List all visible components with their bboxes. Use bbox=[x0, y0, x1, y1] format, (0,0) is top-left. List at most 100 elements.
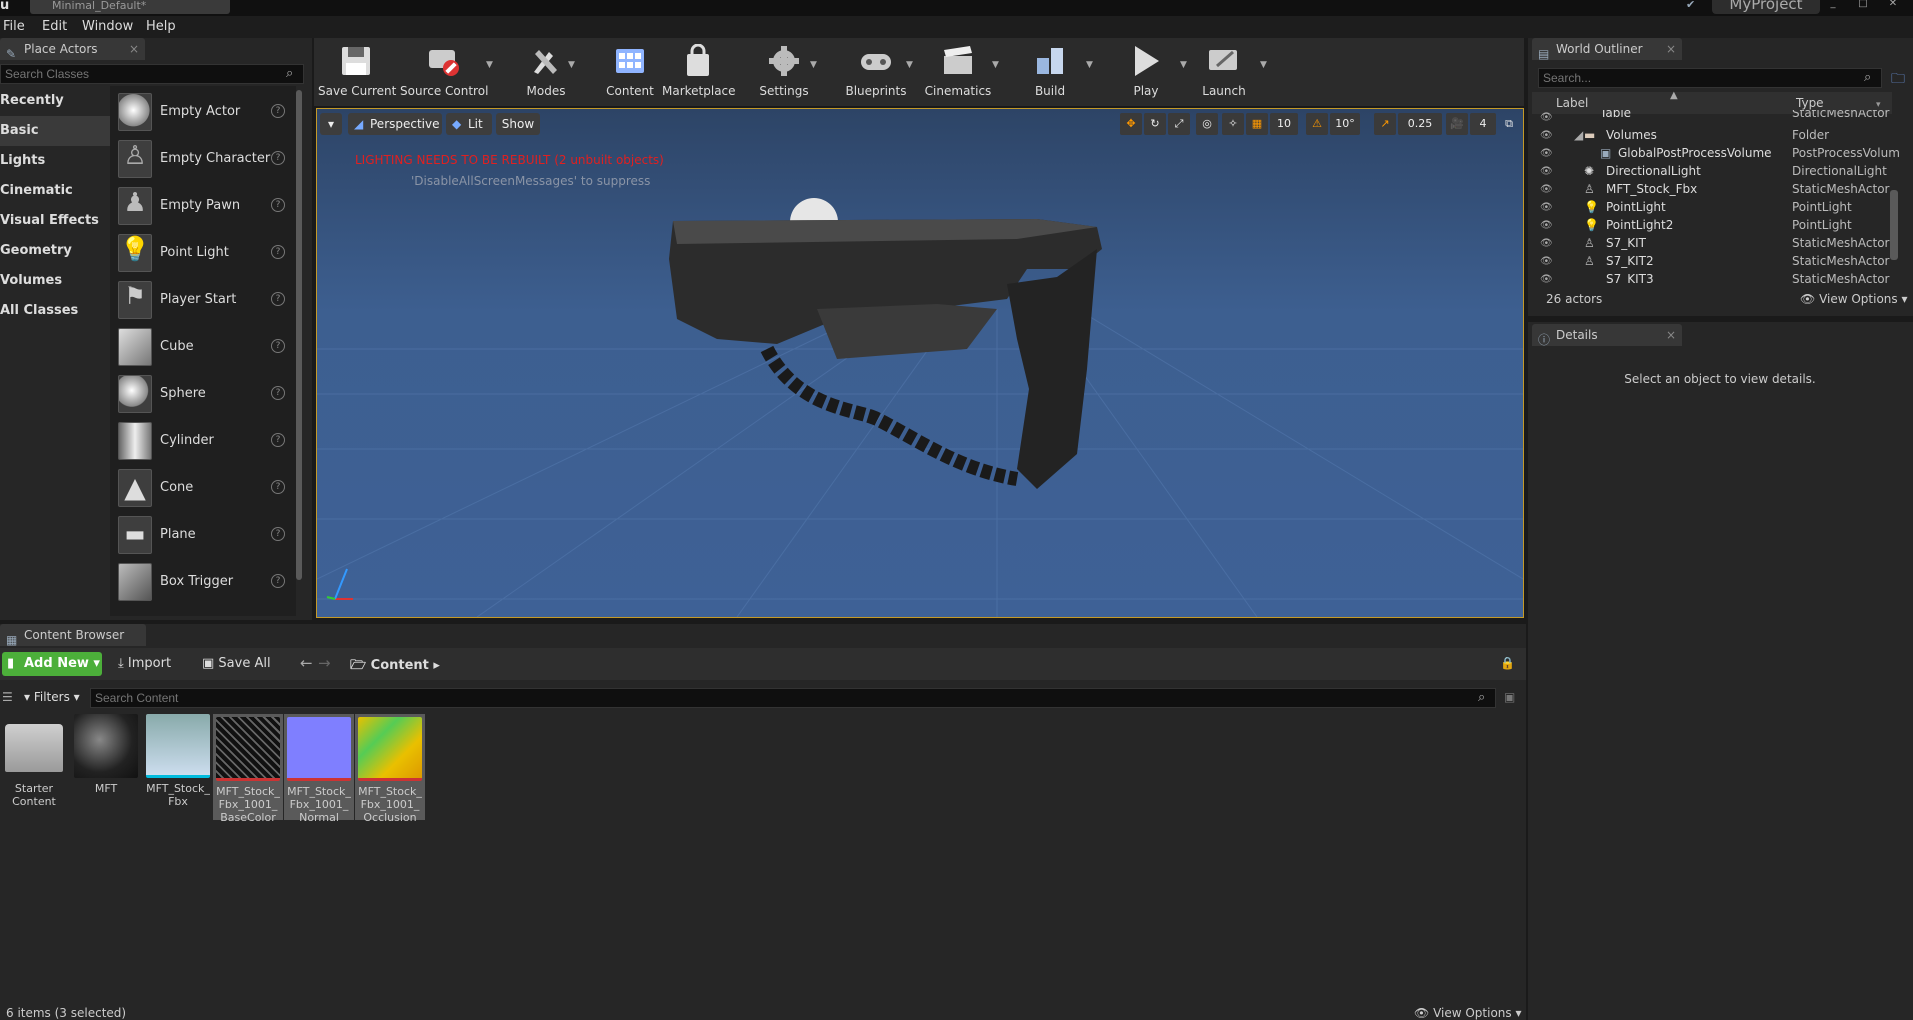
asset-normal[interactable]: MFT_Stock_ Fbx_1001_ Normal bbox=[284, 714, 354, 824]
content-view-options[interactable]: 👁 View Options ▾ bbox=[1414, 1006, 1522, 1020]
actor-item-cube[interactable]: Cube? bbox=[114, 324, 294, 371]
help-icon[interactable]: ? bbox=[271, 198, 285, 212]
outliner-view-options[interactable]: 👁 View Options ▾ bbox=[1800, 292, 1908, 306]
back-arrow-icon[interactable]: ← bbox=[300, 654, 313, 672]
column-menu-icon[interactable]: ▾ bbox=[1876, 100, 1881, 110]
actor-item-cone[interactable]: ▲ Cone? bbox=[114, 465, 294, 512]
eye-icon[interactable]: 👁 bbox=[1540, 202, 1554, 213]
column-type[interactable]: Type bbox=[1796, 96, 1824, 110]
help-icon[interactable]: ? bbox=[271, 151, 285, 165]
menu-help[interactable]: Help bbox=[146, 19, 176, 34]
help-icon[interactable]: ? bbox=[271, 480, 285, 494]
eye-icon[interactable]: 👁 bbox=[1540, 112, 1554, 122]
help-icon[interactable]: ? bbox=[271, 527, 285, 541]
eye-icon[interactable]: 👁 bbox=[1540, 274, 1554, 284]
actor-item-box-trigger[interactable]: Box Trigger? bbox=[114, 559, 294, 606]
outliner-row-pointlight2[interactable]: 👁 💡 PointLight2 PointLight bbox=[1540, 218, 1900, 236]
modes-dropdown-icon[interactable]: ▼ bbox=[568, 60, 575, 70]
asset-starter-content[interactable]: Starter Content bbox=[2, 714, 66, 808]
play-dropdown-icon[interactable]: ▼ bbox=[1180, 60, 1187, 70]
outliner-row-volumes[interactable]: 👁 ◢ ▬ Volumes Folder bbox=[1540, 128, 1900, 146]
save-current-button[interactable]: Save Current bbox=[318, 42, 396, 100]
save-search-icon[interactable]: ▣ bbox=[1504, 690, 1515, 704]
lock-icon[interactable]: 🔒 bbox=[1500, 656, 1515, 670]
play-button[interactable]: Play bbox=[1114, 42, 1178, 100]
filters-button[interactable]: ▾ Filters ▾ bbox=[24, 690, 80, 704]
camera-speed-icon[interactable]: 🎥 bbox=[1446, 113, 1468, 135]
collapse-arrow-icon[interactable]: ◢ bbox=[1574, 128, 1583, 142]
source-control-dropdown-icon[interactable]: ▼ bbox=[486, 60, 493, 70]
help-icon[interactable]: ? bbox=[271, 292, 285, 306]
outliner-row-globalpostprocessvolume[interactable]: 👁 ▣ GlobalPostProcessVolume PostProcessVolu… bbox=[1540, 146, 1900, 164]
category-volumes[interactable]: Volumes bbox=[0, 266, 110, 296]
actor-item-empty-pawn[interactable]: ♟ Empty Pawn? bbox=[114, 183, 294, 230]
help-icon[interactable]: ? bbox=[271, 386, 285, 400]
settings-dropdown-icon[interactable]: ▼ bbox=[810, 60, 817, 70]
rotation-snap-value[interactable]: 10° bbox=[1330, 113, 1360, 135]
category-geometry[interactable]: Geometry bbox=[0, 236, 110, 266]
actor-item-sphere[interactable]: Sphere? bbox=[114, 371, 294, 418]
category-lights[interactable]: Lights bbox=[0, 146, 110, 176]
grid-snap-icon[interactable]: ▦ bbox=[1246, 113, 1268, 135]
settings-button[interactable]: Settings bbox=[752, 42, 816, 100]
eye-icon[interactable]: 👁 bbox=[1540, 166, 1554, 177]
world-space-icon[interactable]: ◎ bbox=[1196, 113, 1218, 135]
document-tab[interactable]: Minimal_Default* bbox=[30, 0, 230, 14]
close-icon[interactable]: ✕ bbox=[1882, 0, 1904, 10]
actor-item-empty-character[interactable]: ♙ Empty Character? bbox=[114, 136, 294, 183]
actor-item-empty-actor[interactable]: Empty Actor? bbox=[114, 89, 294, 136]
menu-file[interactable]: File bbox=[3, 19, 25, 34]
help-icon[interactable]: ? bbox=[271, 245, 285, 259]
source-control-status-icon[interactable]: ✔ bbox=[1686, 0, 1702, 12]
blueprints-button[interactable]: Blueprints bbox=[840, 42, 912, 100]
translate-tool-icon[interactable]: ✥ bbox=[1120, 113, 1142, 135]
actor-item-plane[interactable]: ▬ Plane? bbox=[114, 512, 294, 559]
add-new-button[interactable]: ▮ Add New ▾ bbox=[2, 652, 102, 676]
grid-snap-value[interactable]: 10 bbox=[1270, 113, 1298, 135]
category-recently-placed[interactable]: Recently Placed bbox=[0, 86, 110, 138]
cinematics-dropdown-icon[interactable]: ▼ bbox=[992, 60, 999, 70]
save-all-button[interactable]: ▣ Save All bbox=[202, 656, 271, 671]
outliner-row-s7-kit2[interactable]: 👁 ♙ S7_KIT2 StaticMeshActor bbox=[1540, 254, 1900, 272]
actor-item-cylinder[interactable]: Cylinder? bbox=[114, 418, 294, 465]
scale-snap-icon[interactable]: ↗ bbox=[1374, 113, 1396, 135]
eye-icon[interactable]: 👁 bbox=[1540, 148, 1554, 159]
category-basic[interactable]: Basic bbox=[0, 116, 110, 146]
actor-list-scrollbar[interactable] bbox=[296, 90, 302, 580]
blueprints-dropdown-icon[interactable]: ▼ bbox=[906, 60, 913, 70]
camera-speed-value[interactable]: 4 bbox=[1470, 113, 1496, 135]
rotate-tool-icon[interactable]: ↻ bbox=[1144, 113, 1166, 135]
category-all-classes[interactable]: All Classes bbox=[0, 296, 110, 326]
actor-item-point-light[interactable]: 💡 Point Light? bbox=[114, 230, 294, 277]
minimize-icon[interactable]: _ bbox=[1822, 0, 1844, 10]
outliner-row-s7-kit3[interactable]: 👁 S7_KIT3 StaticMeshActor bbox=[1540, 272, 1900, 284]
help-icon[interactable]: ? bbox=[271, 339, 285, 353]
launch-button[interactable]: Launch bbox=[1192, 42, 1256, 100]
outliner-row-table[interactable]: 👁 Table StaticMeshActor bbox=[1540, 110, 1900, 122]
menu-edit[interactable]: Edit bbox=[42, 19, 67, 34]
category-cinematic[interactable]: Cinematic bbox=[0, 176, 110, 206]
asset-basecolor[interactable]: MFT_Stock_ Fbx_1001_ BaseColor bbox=[213, 714, 283, 824]
close-tab-icon[interactable]: × bbox=[1666, 38, 1676, 60]
tab-content-browser[interactable]: ▦ Content Browser bbox=[0, 624, 146, 647]
eye-icon[interactable]: 👁 bbox=[1540, 256, 1554, 267]
forward-arrow-icon[interactable]: → bbox=[318, 654, 331, 672]
new-folder-icon[interactable]: 🗀 bbox=[1888, 68, 1908, 88]
eye-icon[interactable]: 👁 bbox=[1540, 184, 1554, 195]
build-dropdown-icon[interactable]: ▼ bbox=[1086, 60, 1093, 70]
maximize-icon[interactable]: □ bbox=[1852, 0, 1874, 10]
viewport-options-button[interactable]: ▾ bbox=[320, 113, 342, 135]
path-breadcrumb[interactable]: 🗁 Content ▸ bbox=[350, 656, 440, 678]
scale-tool-icon[interactable]: ⤢ bbox=[1168, 113, 1190, 135]
gun-stock-model[interactable] bbox=[669, 198, 1102, 489]
surface-snap-icon[interactable]: ✧ bbox=[1222, 113, 1244, 135]
search-classes-input[interactable] bbox=[0, 64, 304, 84]
help-icon[interactable]: ? bbox=[271, 433, 285, 447]
maximize-viewport-icon[interactable]: ⧉ bbox=[1500, 113, 1518, 135]
close-tab-icon[interactable]: × bbox=[1666, 324, 1676, 346]
eye-icon[interactable]: 👁 bbox=[1540, 220, 1554, 231]
sources-toggle-icon[interactable]: ☰ bbox=[2, 690, 13, 704]
level-viewport[interactable]: LIGHTING NEEDS TO BE REBUILT (2 unbuilt … bbox=[316, 108, 1524, 618]
show-button[interactable]: Show bbox=[496, 113, 540, 135]
search-content-input[interactable] bbox=[90, 688, 1496, 708]
